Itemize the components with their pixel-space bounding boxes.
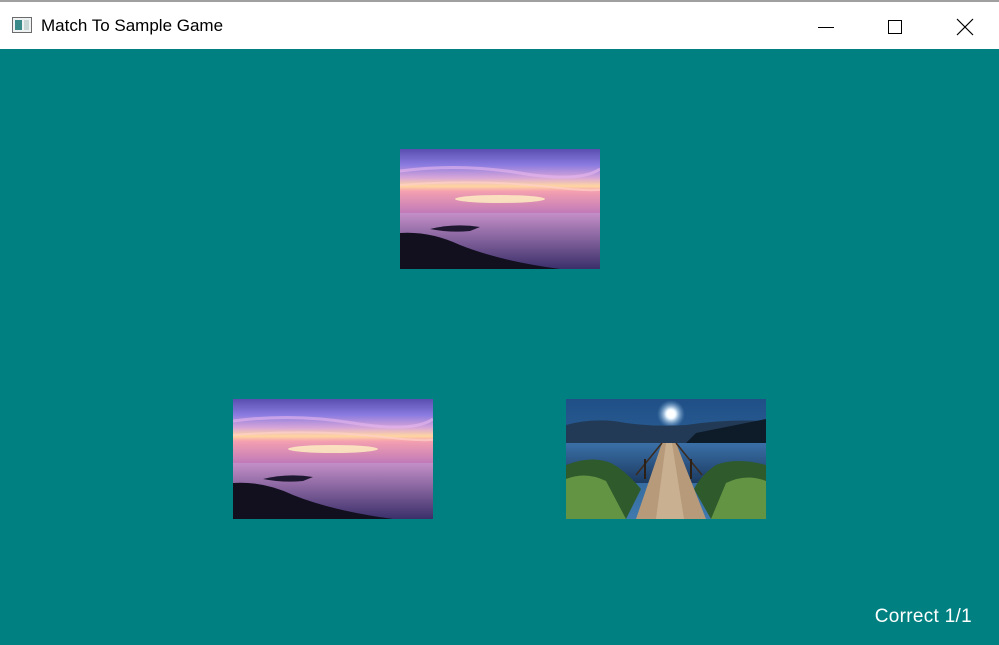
score-status: Correct 1/1 — [874, 606, 972, 627]
sunset-over-sea-image — [233, 399, 433, 519]
game-area: Correct 1/1 — [0, 49, 999, 645]
moonlit-lake-pier-image — [566, 399, 766, 519]
maximize-icon — [888, 19, 902, 34]
sunset-over-sea-image — [400, 149, 600, 269]
app-window: Match To Sample Game Correct 1/1 — [0, 0, 999, 645]
window-title: Match To Sample Game — [41, 16, 224, 35]
minimize-button[interactable] — [803, 4, 849, 49]
minimize-icon — [818, 26, 834, 28]
maximize-button[interactable] — [872, 4, 918, 49]
close-button[interactable] — [942, 4, 988, 49]
title-bar[interactable]: Match To Sample Game — [0, 4, 999, 49]
app-window-icon — [12, 17, 32, 33]
close-icon — [956, 18, 974, 35]
choice-image-1[interactable] — [233, 399, 433, 519]
choice-image-2[interactable] — [566, 399, 766, 519]
sample-image — [400, 149, 600, 269]
